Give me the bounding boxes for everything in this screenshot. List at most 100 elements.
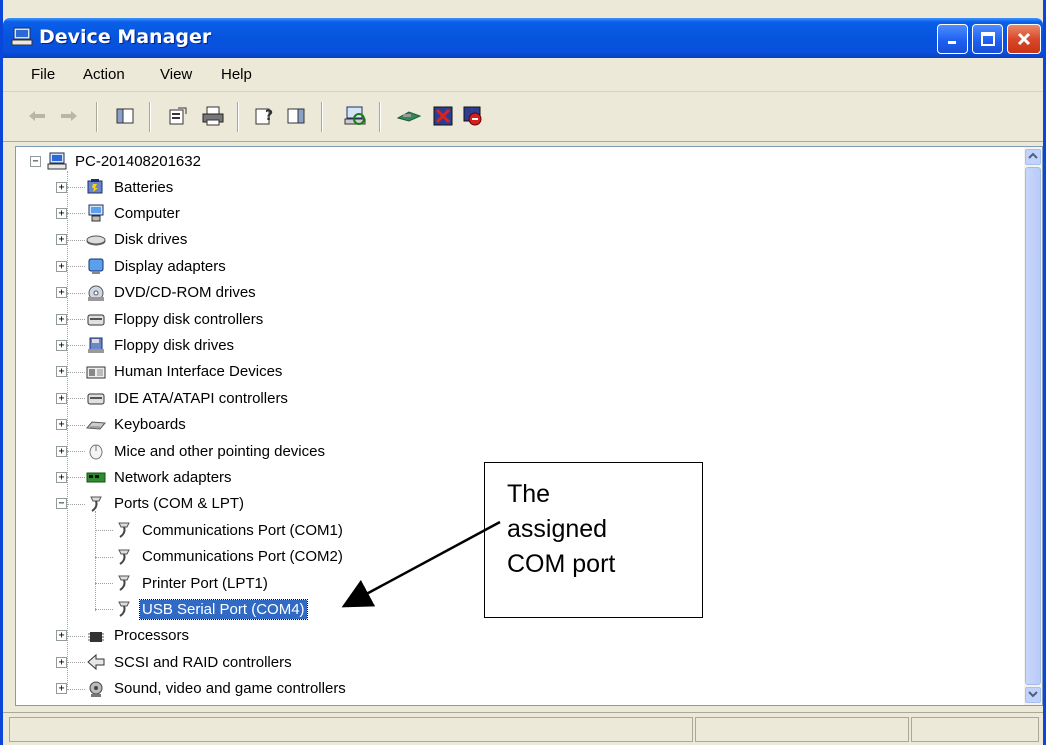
tree-connector xyxy=(95,609,113,611)
menu-action[interactable]: Action xyxy=(83,66,125,83)
tree-category[interactable]: + Computer xyxy=(56,201,182,225)
expand-toggle[interactable]: + xyxy=(56,392,67,404)
tree-category[interactable]: − Ports (COM & LPT) xyxy=(56,492,246,516)
help-button[interactable]: ? xyxy=(253,104,277,128)
print-icon xyxy=(202,106,224,126)
hid-icon xyxy=(86,366,106,379)
maximize-icon xyxy=(980,32,995,46)
toolbar-separator xyxy=(237,102,239,132)
close-button[interactable] xyxy=(1007,24,1041,54)
status-pane xyxy=(911,717,1039,742)
computer-icon xyxy=(47,152,67,170)
tree-category-label: Floppy disk drives xyxy=(114,336,235,354)
device-tree[interactable]: − PC-201408201632 + Batteries + Computer + Di… xyxy=(15,146,1043,706)
disable-device-icon xyxy=(433,106,453,126)
expand-toggle[interactable]: + xyxy=(56,287,67,299)
tree-category-label: Computer xyxy=(114,204,180,222)
title-bar[interactable]: Device Manager xyxy=(3,18,1043,58)
tree-device-item[interactable]: Communications Port (COM1) xyxy=(114,518,345,542)
device-manager-window: Device Manager File Action View Help ? −… xyxy=(0,0,1046,745)
minimize-button[interactable] xyxy=(937,24,968,54)
tree-category-label: Processors xyxy=(114,627,190,645)
status-bar xyxy=(3,712,1043,745)
maximize-button[interactable] xyxy=(972,24,1003,54)
battery-icon xyxy=(87,179,103,194)
menu-help[interactable]: Help xyxy=(221,66,252,83)
tree-category[interactable]: + Mice and other pointing devices xyxy=(56,439,327,463)
floppy-icon xyxy=(88,337,104,354)
tree-category-label: Sound, video and game controllers xyxy=(114,680,346,698)
tree-category[interactable]: + Sound, video and game controllers xyxy=(56,677,348,701)
disk-drive-icon xyxy=(86,235,106,246)
tree-category[interactable]: + IDE ATA/ATAPI controllers xyxy=(56,386,290,410)
back-button[interactable] xyxy=(25,104,49,128)
chevron-down-icon xyxy=(1028,691,1038,698)
scroll-down-button[interactable] xyxy=(1025,687,1041,703)
close-icon xyxy=(1017,32,1031,46)
toolbar-separator xyxy=(379,102,381,132)
toolbar: ? xyxy=(3,92,1043,142)
expand-toggle[interactable]: + xyxy=(56,313,67,325)
forward-button[interactable] xyxy=(57,104,81,128)
scan-hardware-icon xyxy=(344,106,366,125)
tree-category[interactable]: + Batteries xyxy=(56,175,175,199)
disable-device-button[interactable] xyxy=(431,104,455,128)
tree-root[interactable]: − PC-201408201632 xyxy=(30,149,203,173)
toolbar-separator xyxy=(321,102,323,132)
controller-icon xyxy=(87,314,105,326)
status-pane xyxy=(9,717,693,742)
tree-device-item[interactable]: Communications Port (COM2) xyxy=(114,545,345,569)
scan-hardware-button[interactable] xyxy=(343,104,367,128)
show-hide-console-tree-button[interactable] xyxy=(113,104,137,128)
tree-category[interactable]: + Network adapters xyxy=(56,465,234,489)
expand-toggle[interactable]: + xyxy=(56,683,67,695)
tree-category-label: IDE ATA/ATAPI controllers xyxy=(114,389,288,407)
expand-toggle[interactable]: + xyxy=(56,260,67,272)
tree-category[interactable]: + Floppy disk controllers xyxy=(56,307,265,331)
expand-toggle[interactable]: + xyxy=(56,630,67,642)
tree-category[interactable]: + Human Interface Devices xyxy=(56,360,284,384)
expand-toggle[interactable]: + xyxy=(56,366,67,378)
collapse-toggle[interactable]: − xyxy=(56,498,67,510)
tree-category[interactable]: + Keyboards xyxy=(56,413,188,437)
processor-icon xyxy=(88,631,104,642)
menu-file[interactable]: File xyxy=(31,66,55,83)
expand-toggle[interactable]: + xyxy=(56,471,67,483)
tree-category-label: Floppy disk controllers xyxy=(114,310,264,328)
tree-device-label: Communications Port (COM1) xyxy=(142,521,343,539)
scroll-up-button[interactable] xyxy=(1025,149,1041,165)
status-pane xyxy=(695,717,909,742)
tree-device-item[interactable]: USB Serial Port (COM4) xyxy=(114,597,308,621)
print-button[interactable] xyxy=(201,104,225,128)
port-icon xyxy=(118,601,130,618)
display-adapter-icon xyxy=(88,258,104,275)
expand-toggle[interactable]: + xyxy=(56,234,67,246)
scroll-thumb[interactable] xyxy=(1025,167,1041,685)
tree-connector xyxy=(95,511,96,611)
tree-device-item[interactable]: Printer Port (LPT1) xyxy=(114,571,270,595)
collapse-toggle[interactable]: − xyxy=(30,155,41,167)
update-driver-button[interactable] xyxy=(397,104,421,128)
controller-icon xyxy=(87,393,105,405)
tree-category[interactable]: + Processors xyxy=(56,624,191,648)
port-icon xyxy=(90,496,102,512)
vertical-scrollbar[interactable] xyxy=(1024,147,1042,705)
toolbar-separator xyxy=(96,102,98,132)
menu-view[interactable]: View xyxy=(160,66,192,83)
show-hide-action-pane-button[interactable] xyxy=(284,104,308,128)
expand-toggle[interactable]: + xyxy=(56,339,67,351)
tree-category[interactable]: + Display adapters xyxy=(56,254,228,278)
expand-toggle[interactable]: + xyxy=(56,207,67,219)
tree-category[interactable]: + DVD/CD-ROM drives xyxy=(56,281,258,305)
uninstall-device-button[interactable] xyxy=(461,104,485,128)
tree-category[interactable]: + Floppy disk drives xyxy=(56,333,236,357)
properties-button[interactable] xyxy=(166,104,190,128)
help-icon: ? xyxy=(255,108,273,125)
expand-toggle[interactable]: + xyxy=(56,656,67,668)
expand-toggle[interactable]: + xyxy=(56,181,67,193)
expand-toggle[interactable]: + xyxy=(56,445,67,457)
expand-toggle[interactable]: + xyxy=(56,419,67,431)
svg-text:?: ? xyxy=(265,108,273,124)
tree-category[interactable]: + Disk drives xyxy=(56,228,189,252)
tree-category[interactable]: + SCSI and RAID controllers xyxy=(56,650,294,674)
